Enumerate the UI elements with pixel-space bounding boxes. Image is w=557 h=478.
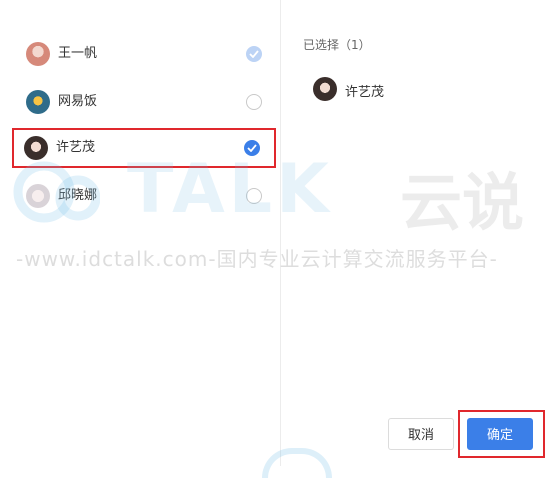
- watermark-logo-icon: [13, 161, 100, 223]
- radio-circle-icon[interactable]: [246, 94, 262, 110]
- avatar: [26, 90, 50, 114]
- member-list: 王一帆 网易饭 许艺茂 邱晓娜: [0, 0, 280, 466]
- member-row-wang-yifan[interactable]: 王一帆: [14, 34, 276, 74]
- avatar: [24, 136, 48, 160]
- avatar: [313, 77, 337, 101]
- member-name: 许艺茂: [56, 140, 96, 155]
- selected-title: 已选择（1）: [303, 38, 371, 52]
- watermark-brand-cn: 云说: [400, 166, 525, 239]
- cancel-button[interactable]: 取消: [388, 418, 454, 450]
- confirm-button[interactable]: 确定: [467, 418, 533, 450]
- member-row-wangyifan-2[interactable]: 网易饭: [14, 82, 276, 122]
- selected-item-name: 许艺茂: [345, 85, 385, 100]
- member-name: 王一帆: [58, 46, 98, 61]
- watermark-line: -www.idctalk.com-国内专业云计算交流服务平台-: [16, 247, 498, 271]
- check-circle-icon[interactable]: [246, 46, 262, 62]
- watermark-brand: TALK: [127, 150, 333, 229]
- avatar: [26, 42, 50, 66]
- member-name: 网易饭: [58, 94, 98, 109]
